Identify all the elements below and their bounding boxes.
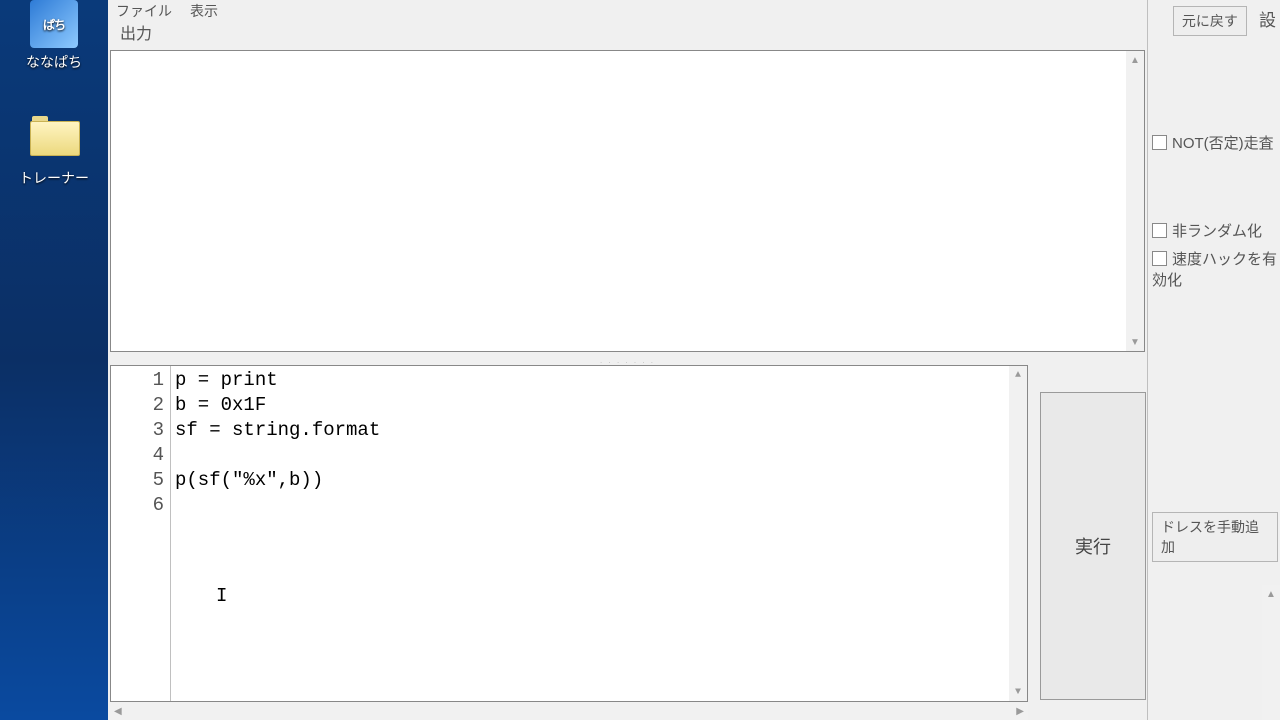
lua-engine-window: ファイル 表示 出力 ▲ ▼ . . . . . . . 1 2 3 4 5 6… (108, 0, 1148, 720)
menu-view[interactable]: 表示 (190, 1, 218, 21)
code-editor[interactable]: 1 2 3 4 5 6 p = print b = 0x1F sf = stri… (110, 365, 1028, 702)
desktop-sidebar: ぱち ななぱち トレーナー (0, 0, 108, 720)
speedhack-checkbox[interactable]: 速度ハックを有効化 (1152, 251, 1277, 289)
code-scrollbar[interactable]: ▲ ▼ (1009, 366, 1027, 701)
output-pane: ▲ ▼ (110, 50, 1145, 352)
settings-label[interactable]: 設 (1259, 11, 1276, 30)
cheat-engine-window: 元に戻す 設 NOT(否定)走査 非ランダム化 速度ハックを有効化 ドレスを手動… (1148, 0, 1280, 720)
derandomize-checkbox[interactable]: 非ランダム化 (1152, 223, 1262, 240)
line-number-gutter: 1 2 3 4 5 6 (111, 366, 171, 701)
folder-icon (30, 116, 78, 164)
desktop-icon-label: トレーナー (8, 168, 100, 188)
splitter-handle[interactable]: . . . . . . . (110, 356, 1145, 364)
addresslist-scrollbar[interactable]: ▲ (1262, 585, 1280, 720)
scroll-up-icon[interactable]: ▲ (1009, 366, 1027, 384)
add-address-button[interactable]: ドレスを手動追加 (1152, 512, 1278, 562)
output-scrollbar[interactable]: ▲ ▼ (1126, 51, 1144, 351)
scroll-up-icon[interactable]: ▲ (1262, 585, 1280, 603)
app-icon: ぱち (30, 0, 78, 48)
run-button[interactable]: 実行 (1040, 392, 1146, 700)
desktop-icon-trainer[interactable]: トレーナー (8, 110, 100, 188)
scroll-left-icon[interactable]: ◀ (114, 706, 122, 717)
scroll-down-icon[interactable]: ▼ (1126, 333, 1144, 351)
scroll-up-icon[interactable]: ▲ (1126, 51, 1144, 69)
text-caret: I (216, 584, 227, 609)
scroll-right-icon[interactable]: ▶ (1016, 706, 1024, 717)
undo-scan-button[interactable]: 元に戻す (1173, 6, 1247, 36)
code-hscrollbar[interactable]: ◀ ▶ (110, 702, 1028, 720)
not-scan-checkbox[interactable]: NOT(否定)走査 (1152, 135, 1274, 152)
code-text[interactable]: p = print b = 0x1F sf = string.format p(… (171, 366, 1009, 701)
menubar: ファイル 表示 (108, 0, 1147, 21)
output-label: 出力 (108, 21, 1147, 43)
menu-file[interactable]: ファイル (116, 1, 172, 21)
desktop-icon-label: ななぱち (8, 52, 100, 72)
output-text[interactable] (111, 51, 1126, 351)
desktop-icon-nanapachi[interactable]: ぱち ななぱち (8, 0, 100, 72)
scroll-down-icon[interactable]: ▼ (1009, 683, 1027, 701)
